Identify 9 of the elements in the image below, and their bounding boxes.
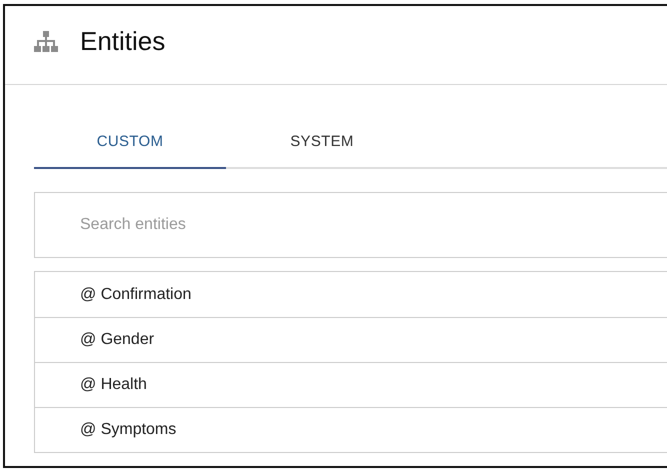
tab[interactable]: SYSTEM <box>226 115 418 169</box>
entity-item[interactable]: @ Gender <box>35 317 667 362</box>
entity-item[interactable]: @ Symptoms <box>35 407 667 452</box>
entity-item[interactable]: @ Health <box>35 362 667 407</box>
search-field[interactable]: Search entities <box>34 192 667 258</box>
entity-item[interactable]: @ Confirmation <box>35 272 667 317</box>
hierarchy-icon <box>34 31 58 53</box>
tab[interactable]: CUSTOM <box>34 115 226 169</box>
page-title: Entities <box>80 26 166 56</box>
